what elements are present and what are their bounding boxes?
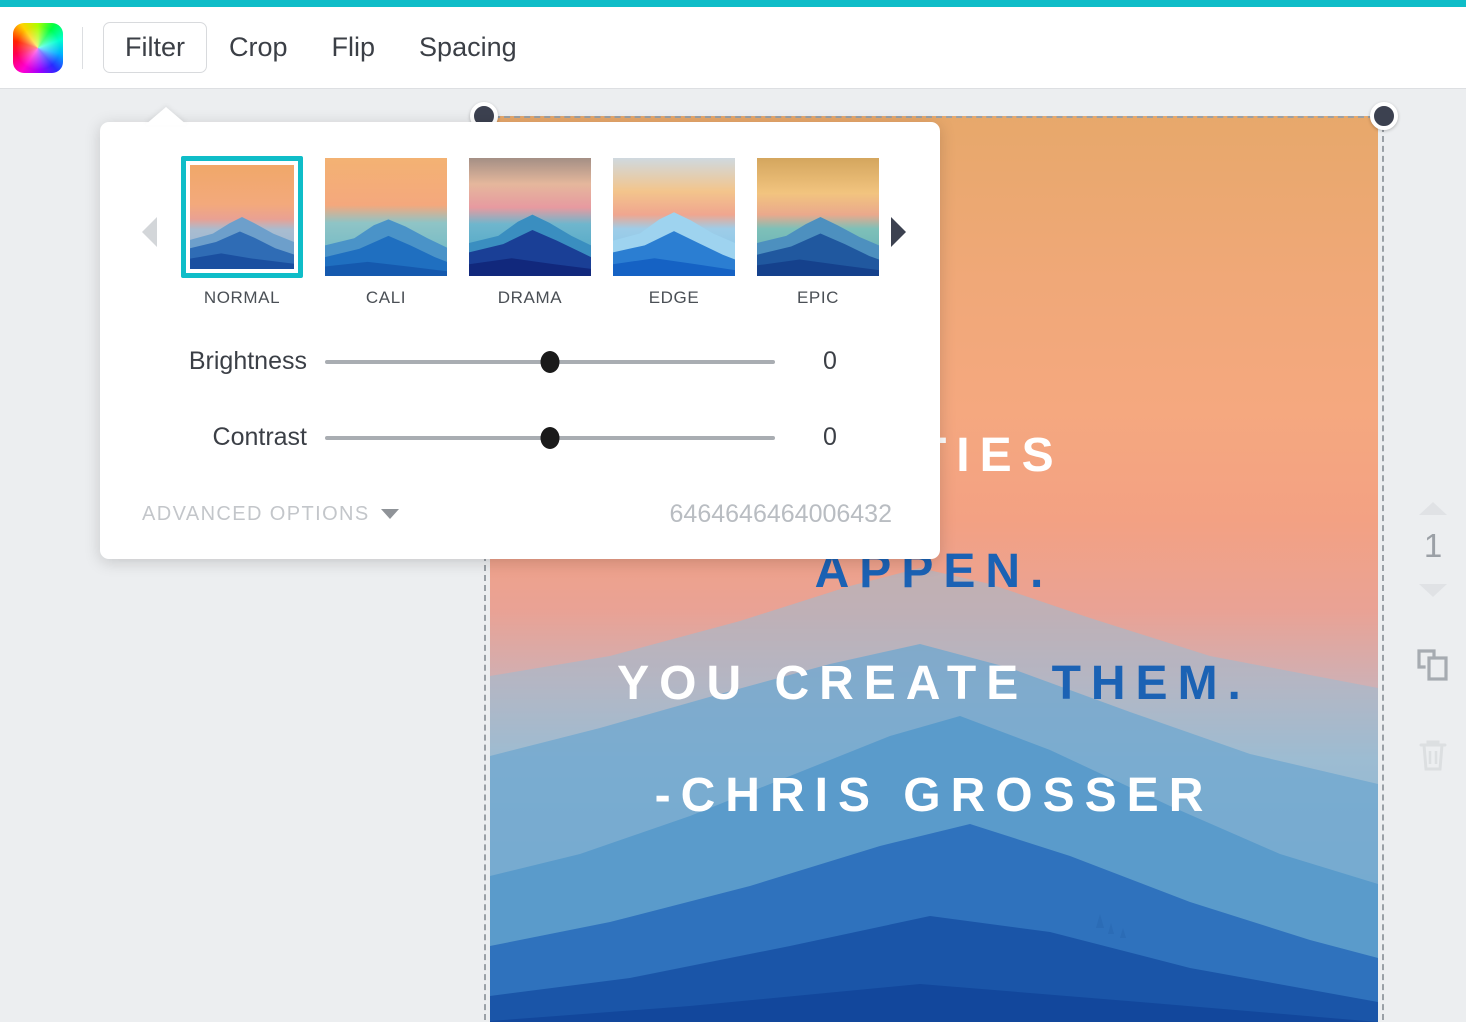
color-picker-swatch[interactable]	[13, 22, 63, 73]
filter-thumb-cali[interactable]: CALI	[325, 156, 447, 308]
contrast-label: Contrast	[212, 423, 307, 451]
filter-thumb-label: NORMAL	[203, 287, 281, 307]
carousel-next-icon[interactable]	[891, 216, 906, 247]
brightness-label: Brightness	[188, 347, 307, 375]
tab-flip[interactable]: Flip	[310, 22, 398, 73]
filter-thumb-label: CALI	[365, 287, 407, 307]
filter-popover: NORMAL CALI DRAMA EDGE EPIC Brightness 0…	[100, 122, 940, 559]
filter-preview-epic	[757, 157, 879, 276]
resize-handle-top-right[interactable]	[1370, 102, 1398, 130]
brightness-slider-track[interactable]	[325, 350, 775, 373]
tab-filter[interactable]: Filter	[103, 22, 207, 73]
filter-carousel: NORMAL CALI DRAMA EDGE EPIC	[100, 154, 940, 309]
contrast-slider-row: Contrast 0	[100, 423, 940, 452]
filter-thumb-frame[interactable]	[757, 156, 879, 278]
filter-preview-normal	[190, 164, 294, 269]
filter-thumb-drama[interactable]: DRAMA	[469, 156, 591, 308]
chevron-up-icon[interactable]	[1419, 502, 1447, 515]
filter-thumbnail-list: NORMAL CALI DRAMA EDGE EPIC	[181, 155, 879, 308]
duplicate-icon[interactable]	[1414, 645, 1452, 688]
filter-thumb-frame[interactable]	[613, 156, 735, 278]
top-accent-bar	[0, 0, 1466, 7]
contrast-value: 0	[823, 423, 837, 451]
toolbar-divider	[82, 26, 83, 69]
filter-thumb-label: EDGE	[648, 287, 700, 307]
filter-preview-drama	[469, 157, 591, 276]
editor-toolbar: Filter Crop Flip Spacing	[0, 7, 1466, 89]
filter-thumb-label: DRAMA	[497, 287, 563, 307]
trash-icon[interactable]	[1414, 736, 1452, 779]
brightness-slider-knob[interactable]	[540, 350, 560, 373]
filter-thumb-frame[interactable]	[469, 156, 591, 278]
brightness-slider-row: Brightness 0	[100, 347, 940, 376]
filter-thumb-frame[interactable]	[181, 155, 303, 278]
tab-spacing[interactable]: Spacing	[397, 22, 539, 73]
filter-preview-cali	[325, 157, 447, 276]
advanced-options-row: ADVANCED OPTIONS 6464646464006432	[100, 494, 940, 534]
advanced-options-number: 6464646464006432	[669, 499, 892, 528]
carousel-prev-icon[interactable]	[142, 216, 157, 247]
tab-crop[interactable]: Crop	[207, 22, 310, 73]
layer-index-label: 1	[1423, 527, 1443, 564]
filter-preview-edge	[613, 157, 735, 276]
contrast-slider-track[interactable]	[325, 426, 775, 449]
image-editor-app: Filter Crop Flip Spacing APPEN. YOU CREA…	[0, 0, 1466, 1022]
filter-thumb-frame[interactable]	[325, 156, 447, 278]
brightness-value: 0	[823, 347, 837, 375]
filter-thumb-epic[interactable]: EPIC	[757, 156, 879, 308]
filter-thumb-normal[interactable]: NORMAL	[181, 155, 303, 308]
layer-rail: 1	[1400, 180, 1466, 1022]
advanced-options-label[interactable]: ADVANCED OPTIONS	[142, 503, 370, 526]
popover-arrow	[145, 107, 187, 125]
filter-thumb-edge[interactable]: EDGE	[613, 156, 735, 308]
filter-thumb-label: EPIC	[796, 287, 840, 307]
chevron-down-icon[interactable]	[1419, 584, 1447, 597]
caret-down-icon[interactable]	[380, 509, 399, 519]
contrast-slider-knob[interactable]	[540, 426, 560, 449]
